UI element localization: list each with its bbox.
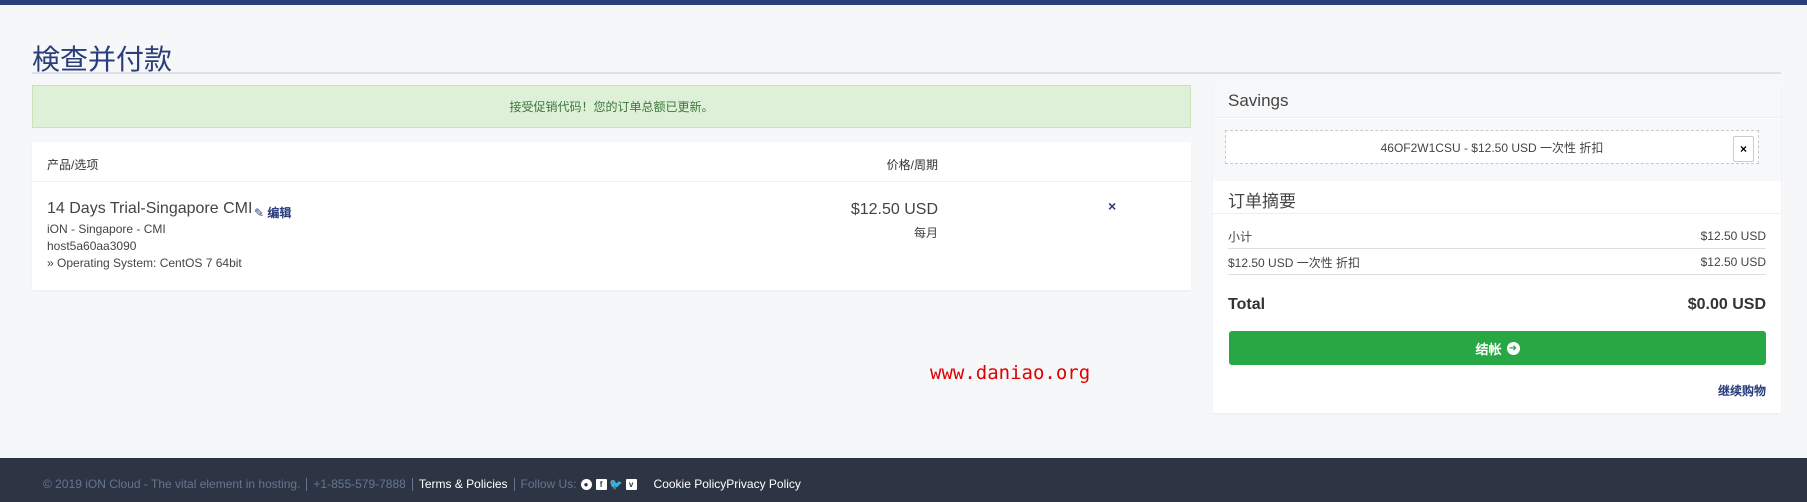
checkout-label: 结帐 (1475, 341, 1502, 357)
alert-text: 接受促销代码！您的订单总额已更新。 (509, 100, 714, 114)
edit-label: 编辑 (267, 206, 292, 220)
privacy-policy-link[interactable]: Privacy Policy (726, 477, 801, 491)
divider (32, 181, 1191, 182)
footer: © 2019 iON Cloud - The vital element in … (0, 458, 1807, 502)
row-label: $12.50 USD 一次性 折扣 (1228, 255, 1361, 270)
edit-link[interactable]: ✎ 编辑 (254, 204, 291, 221)
promo-success-alert: 接受促销代码！您的订单总额已更新。 (32, 85, 1191, 128)
column-header-price: 价格/周期 (886, 158, 938, 172)
facebook-icon[interactable]: f (595, 478, 607, 490)
product-group: iON - Singapore - CMI (47, 222, 166, 236)
total-label: Total (1228, 296, 1266, 313)
watermark: www.daniao.org (930, 362, 1091, 384)
summary-header: 订单摘要 (1213, 181, 1781, 214)
copyright: © 2019 iON Cloud - The vital element in … (43, 477, 301, 491)
continue-shopping-link[interactable]: 继续购物 (1718, 382, 1766, 399)
vimeo-icon[interactable]: v (625, 478, 637, 490)
savings-header: Savings (1213, 85, 1781, 118)
divider (411, 477, 413, 491)
cookie-policy-link[interactable]: Cookie Policy (654, 477, 727, 491)
pencil-icon: ✎ (254, 206, 265, 220)
remove-item-icon[interactable]: × (1108, 198, 1116, 214)
product-option: » Operating System: CentOS 7 64bit (47, 256, 242, 270)
total-value: $0.00 USD (1687, 296, 1766, 313)
phone: +1-855-579-7888 (313, 477, 406, 491)
top-accent-bar (0, 0, 1807, 5)
cart-table: 产品/选项 价格/周期 14 Days Trial-Singapore CMI … (32, 142, 1191, 290)
checkout-button[interactable]: 结帐 ➜ (1229, 331, 1766, 365)
terms-link[interactable]: Terms & Policies (419, 477, 508, 491)
applied-coupon: 46OF2W1CSU - $12.50 USD 一次性 折扣 × (1225, 130, 1759, 164)
coupon-text: 46OF2W1CSU - $12.50 USD 一次性 折扣 (1380, 140, 1604, 155)
row-label: 小计 (1228, 229, 1253, 244)
remove-coupon-button[interactable]: × (1733, 136, 1754, 162)
row-value: $12.50 USD (1700, 255, 1766, 269)
divider (513, 477, 515, 491)
product-price: $12.50 USD (850, 201, 938, 218)
follow-label: Follow Us: (520, 477, 577, 491)
discount-row: $12.50 USD 一次性 折扣 $12.50 USD (1228, 250, 1766, 275)
divider (32, 72, 1781, 74)
total-row: Total $0.00 USD (1228, 296, 1766, 314)
row-value: $12.50 USD (1700, 229, 1766, 243)
arrow-right-circle-icon: ➜ (1506, 341, 1520, 355)
twitter-icon[interactable]: 🐦 (609, 479, 623, 491)
billing-cycle: 每月 (913, 226, 938, 240)
subtotal-row: 小计 $12.50 USD (1228, 224, 1766, 249)
coupon-section: 46OF2W1CSU - $12.50 USD 一次性 折扣 × (1213, 119, 1781, 181)
product-name: 14 Days Trial-Singapore CMI (47, 200, 253, 217)
divider (306, 477, 308, 491)
product-hostname: host5a60aa3090 (47, 239, 137, 253)
column-header-product: 产品/选项 (47, 158, 99, 172)
wechat-icon[interactable]: ● (580, 478, 592, 490)
order-summary-panel: Savings 46OF2W1CSU - $12.50 USD 一次性 折扣 ×… (1213, 85, 1781, 413)
